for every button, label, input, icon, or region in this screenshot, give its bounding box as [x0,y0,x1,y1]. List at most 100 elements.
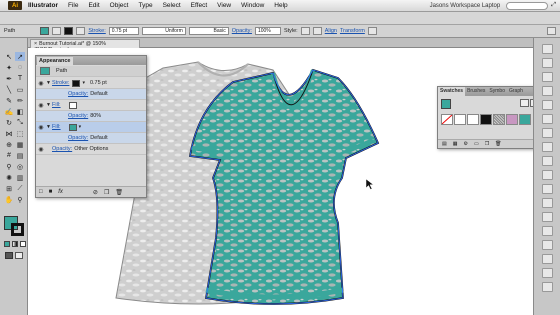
add-new-stroke-icon[interactable]: □ [39,189,43,195]
stroke-weight-field[interactable]: 0.75 pt [108,27,139,35]
menu-object[interactable]: Object [110,2,129,9]
type-tool-icon[interactable]: T [15,74,25,83]
tab-swatches[interactable]: Swatches [438,87,466,96]
fullscreen-icon[interactable]: ⤢ [551,2,556,9]
width-tool-icon[interactable]: ⋈ [4,129,14,138]
fill-swatch[interactable] [40,27,50,35]
fill-dropdown-icon[interactable] [52,27,62,35]
appearance-tab[interactable]: Appearance [37,57,73,66]
align-link[interactable]: Align [325,28,337,34]
menu-file[interactable]: File [68,2,78,9]
add-new-fill-icon[interactable]: ■ [49,189,53,195]
visibility-eye-icon[interactable]: ◉ [36,124,46,131]
lasso-tool-icon[interactable]: ◌ [15,63,25,72]
fill-opacity-link[interactable]: Opacity: [68,135,88,141]
appearance-panel-icon[interactable] [542,156,553,166]
menu-select[interactable]: Select [163,2,181,9]
visibility-eye-icon[interactable]: ◉ [36,102,46,109]
isolate-group-icon[interactable] [367,27,377,35]
new-swatch-icon[interactable]: ❐ [485,141,489,147]
delete-item-icon[interactable]: 🗑 [115,189,123,196]
menu-effect[interactable]: Effect [191,2,208,9]
menu-illustrator[interactable]: Illustrator [28,2,58,9]
visibility-eye-icon[interactable]: ◉ [36,80,46,87]
mesh-tool-icon[interactable]: # [4,151,14,160]
eraser-tool-icon[interactable]: ◧ [15,107,25,116]
duplicate-item-icon[interactable]: ❐ [104,189,109,196]
fill-color-swatch[interactable] [68,123,77,131]
add-new-effect-button[interactable]: fx [58,189,63,195]
transform-panel-icon[interactable] [542,240,553,250]
blend-tool-icon[interactable]: ◎ [15,162,25,171]
help-search-input[interactable] [506,1,549,10]
current-fill-swatch[interactable] [441,99,451,109]
appearance-object-opacity-row[interactable]: ◉ Opacity: Other Options [36,144,146,155]
eyedropper-tool-icon[interactable]: ⚲ [4,162,14,171]
rectangle-tool-icon[interactable]: ▭ [15,85,25,94]
gradient-mode-icon[interactable] [12,241,18,247]
visibility-eye-icon[interactable]: ◉ [36,146,46,153]
swatch-pattern[interactable] [493,114,505,125]
control-panel-menu-icon[interactable] [547,27,556,35]
selection-tool-icon[interactable]: ↖ [4,52,14,61]
stroke-color-swatch[interactable] [72,79,81,87]
fill-attribute-link[interactable]: Fill: [52,102,61,108]
shape-builder-tool-icon[interactable]: ⊕ [4,140,14,149]
color-mode-icon[interactable] [4,241,10,247]
slice-tool-icon[interactable]: ⟋ [15,184,25,193]
fill-swatch-arrow-icon[interactable]: ▾ [79,124,82,130]
swatch-options-icon[interactable]: ⚙ [463,141,467,147]
document-tab[interactable]: ×Burnout Tutorial.ai* @ 150% (RGB/Previe… [30,39,140,53]
menu-type[interactable]: Type [138,2,152,9]
swatch-none[interactable] [441,114,453,125]
new-color-group-icon[interactable]: ▭ [474,141,479,147]
menu-edit[interactable]: Edit [88,2,99,9]
appearance-stroke-row[interactable]: ◉ ▼ Stroke: ▾ 0.75 pt [36,78,146,89]
variable-width-profile-select[interactable]: Uniform [141,27,186,35]
appearance-stroke-opacity-row[interactable]: Opacity: Default [36,89,146,100]
color-panel-icon[interactable] [542,44,553,54]
swatch-black[interactable] [480,114,492,125]
none-mode-icon[interactable] [20,241,26,247]
transform-link[interactable]: Transform [340,28,365,34]
layers-panel-icon[interactable] [542,184,553,194]
stroke-dropdown-icon[interactable] [76,27,86,35]
swatches-panel-icon[interactable] [542,72,553,82]
direct-selection-tool-icon[interactable]: ↗ [15,52,25,61]
graphic-style-select[interactable] [300,27,310,35]
paintbrush-tool-icon[interactable]: ✎ [4,96,14,105]
fill-opacity-link[interactable]: Opacity: [68,113,88,119]
object-opacity-link[interactable]: Opacity: [52,146,72,152]
stroke-weight-value[interactable]: 0.75 pt [90,80,107,86]
menu-help[interactable]: Help [274,2,287,9]
artboards-panel-icon[interactable] [542,198,553,208]
graphic-styles-panel-icon[interactable] [542,170,553,180]
zoom-tool-icon[interactable]: ⚲ [15,195,25,204]
gradient-panel-icon[interactable] [542,128,553,138]
gradient-tool-icon[interactable]: ▤ [15,151,25,160]
transparency-panel-icon[interactable] [542,142,553,152]
fill-pattern-swatch[interactable] [68,101,77,109]
pen-tool-icon[interactable]: ✒ [4,74,14,83]
recolor-artwork-icon[interactable] [312,27,322,35]
stroke-attribute-link[interactable]: Stroke: [52,80,69,86]
color-guide-panel-icon[interactable] [542,58,553,68]
appearance-fill-row-1[interactable]: ◉ ▼ Fill: [36,100,146,111]
symbol-sprayer-tool-icon[interactable]: ✺ [4,173,14,182]
pencil-tool-icon[interactable]: ✏ [15,96,25,105]
tab-graphic-styles[interactable]: Graph [507,87,525,96]
menu-view[interactable]: View [217,2,231,9]
scale-tool-icon[interactable]: ⤡ [15,118,25,127]
fill-attribute-link[interactable]: Fill: [52,124,61,130]
hand-tool-icon[interactable]: ✋ [4,195,14,204]
character-panel-icon[interactable] [542,254,553,264]
line-tool-icon[interactable]: ╲ [4,85,14,94]
brushes-panel-icon[interactable] [542,86,553,96]
swatch-registration[interactable] [454,114,466,125]
paragraph-panel-icon[interactable] [542,268,553,278]
align-panel-icon[interactable] [542,212,553,222]
perspective-grid-tool-icon[interactable]: ▦ [15,140,25,149]
pathfinder-panel-icon[interactable] [542,226,553,236]
clear-appearance-icon[interactable]: ⊘ [93,189,98,196]
free-transform-tool-icon[interactable]: ⬚ [15,129,25,138]
